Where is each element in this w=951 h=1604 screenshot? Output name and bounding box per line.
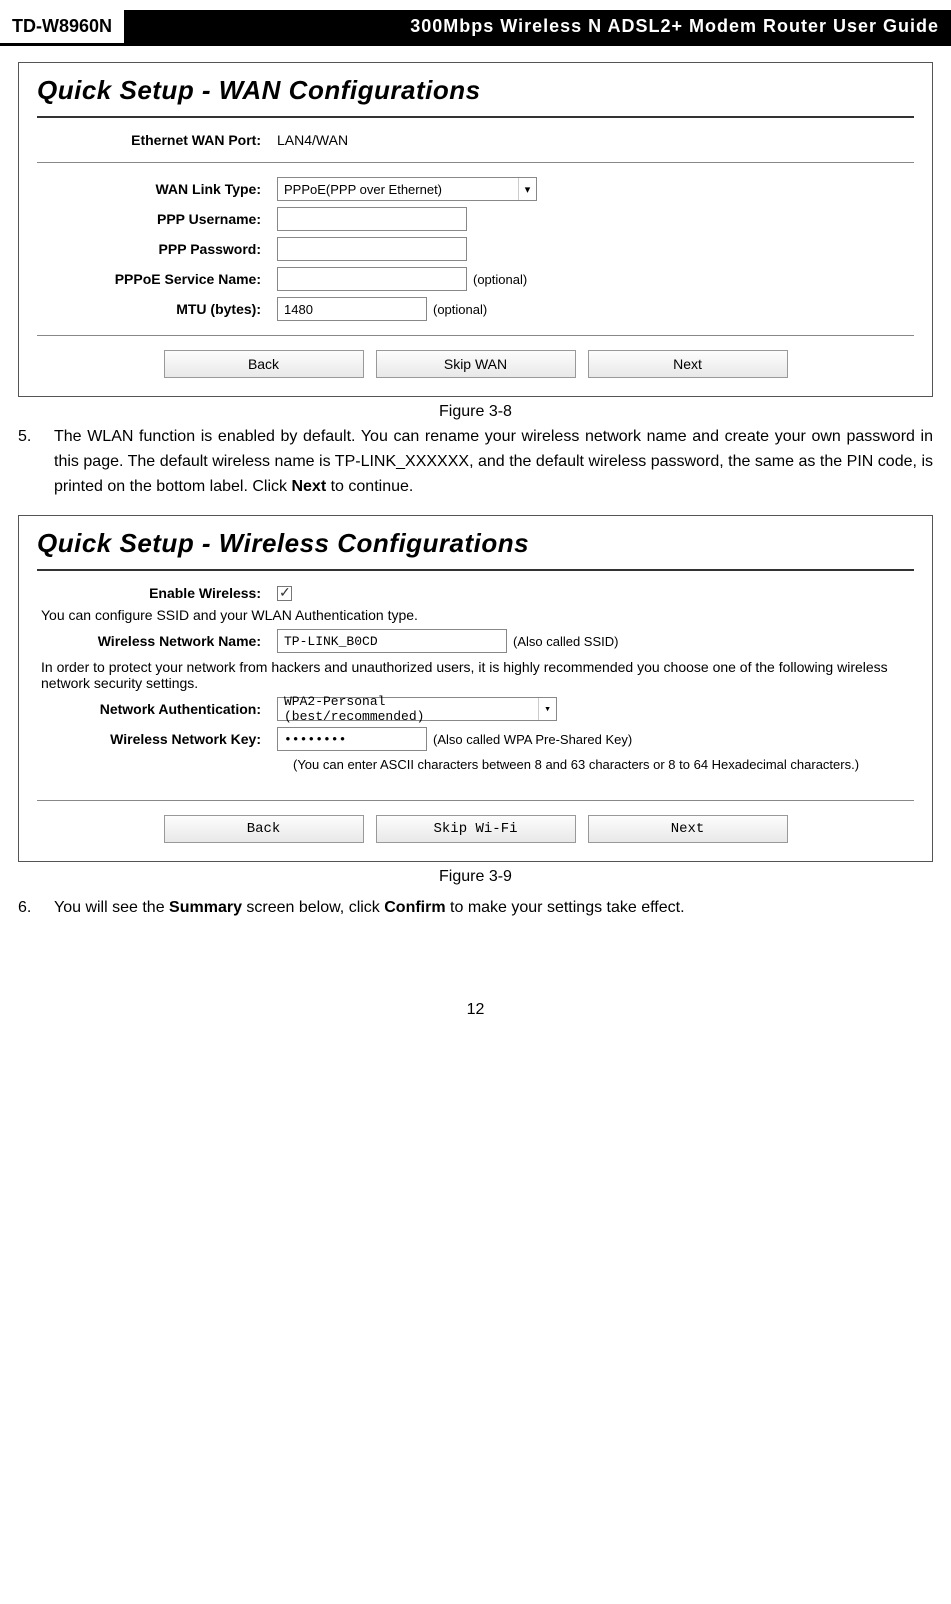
network-name-label: Wireless Network Name: (37, 633, 277, 649)
figure-wan-config: Quick Setup - WAN Configurations Etherne… (18, 62, 933, 397)
list-text: The WLAN function is enabled by default.… (54, 425, 933, 499)
divider (37, 162, 914, 163)
back-button[interactable]: Back (164, 350, 364, 378)
ppp-user-label: PPP Username: (37, 211, 277, 227)
list-item-5: 5. The WLAN function is enabled by defau… (18, 425, 933, 499)
figure-caption: Figure 3-9 (0, 868, 951, 886)
ssid-hint: (Also called SSID) (513, 634, 618, 649)
row-service: PPPoE Service Name: (optional) (37, 267, 914, 291)
chevron-down-icon: ▾ (518, 178, 536, 200)
list-number: 6. (18, 896, 54, 921)
bold-text: Summary (169, 899, 242, 916)
wan-link-value: PPPoE(PPP over Ethernet) (278, 182, 518, 197)
eth-port-value: LAN4/WAN (277, 132, 348, 148)
wan-link-label: WAN Link Type: (37, 181, 277, 197)
service-label: PPPoE Service Name: (37, 271, 277, 287)
skip-wifi-button[interactable]: Skip Wi-Fi (376, 815, 576, 843)
row-wan-link: WAN Link Type: PPPoE(PPP over Ethernet) … (37, 177, 914, 201)
text-segment: to make your settings take effect. (446, 899, 685, 916)
row-network-name: Wireless Network Name: (Also called SSID… (37, 629, 914, 653)
optional-text: (optional) (473, 272, 527, 287)
ppp-user-input[interactable] (277, 207, 467, 231)
ppp-pass-label: PPP Password: (37, 241, 277, 257)
header-model: TD-W8960N (0, 10, 124, 43)
mtu-input[interactable] (277, 297, 427, 321)
key-input[interactable] (277, 727, 427, 751)
divider (37, 335, 914, 336)
security-note: In order to protect your network from ha… (41, 659, 914, 691)
figure-caption: Figure 3-8 (0, 403, 951, 421)
text-segment: The WLAN function is enabled by default.… (54, 428, 933, 495)
back-button[interactable]: Back (164, 815, 364, 843)
bold-text: Confirm (384, 899, 445, 916)
button-row: Back Skip Wi-Fi Next (37, 815, 914, 843)
next-button[interactable]: Next (588, 350, 788, 378)
row-key: Wireless Network Key: (Also called WPA P… (37, 727, 914, 751)
list-text: You will see the Summary screen below, c… (54, 896, 933, 921)
auth-select[interactable]: WPA2-Personal (best/recommended) ▾ (277, 697, 557, 721)
ssid-note: You can configure SSID and your WLAN Aut… (41, 607, 914, 623)
row-eth-port: Ethernet WAN Port: LAN4/WAN (37, 132, 914, 148)
list-number: 5. (18, 425, 54, 499)
text-segment: to continue. (326, 478, 413, 495)
auth-value: WPA2-Personal (best/recommended) (278, 694, 538, 724)
enable-wireless-label: Enable Wireless: (37, 585, 277, 601)
key-label: Wireless Network Key: (37, 731, 277, 747)
enable-wireless-checkbox[interactable] (277, 586, 292, 601)
row-auth: Network Authentication: WPA2-Personal (b… (37, 697, 914, 721)
text-segment: screen below, click (242, 899, 384, 916)
next-button[interactable]: Next (588, 815, 788, 843)
row-enable-wireless: Enable Wireless: (37, 585, 914, 601)
row-mtu: MTU (bytes): (optional) (37, 297, 914, 321)
page-number: 12 (0, 1001, 951, 1019)
figure-title: Quick Setup - Wireless Configurations (37, 528, 914, 559)
divider (37, 116, 914, 118)
page-header: TD-W8960N 300Mbps Wireless N ADSL2+ Mode… (0, 10, 951, 46)
ppp-pass-input[interactable] (277, 237, 467, 261)
skip-wan-button[interactable]: Skip WAN (376, 350, 576, 378)
service-input[interactable] (277, 267, 467, 291)
text-segment: You will see the (54, 899, 169, 916)
mtu-label: MTU (bytes): (37, 301, 277, 317)
network-name-input[interactable] (277, 629, 507, 653)
figure-title: Quick Setup - WAN Configurations (37, 75, 914, 106)
button-row: Back Skip WAN Next (37, 350, 914, 378)
eth-port-label: Ethernet WAN Port: (37, 132, 277, 148)
list-item-6: 6. You will see the Summary screen below… (18, 896, 933, 921)
chevron-down-icon: ▾ (538, 698, 556, 720)
bold-text: Next (291, 478, 326, 495)
key-hint: (Also called WPA Pre-Shared Key) (433, 732, 632, 747)
optional-text: (optional) (433, 302, 487, 317)
figure-wireless-config: Quick Setup - Wireless Configurations En… (18, 515, 933, 862)
wan-link-select[interactable]: PPPoE(PPP over Ethernet) ▾ (277, 177, 537, 201)
divider (37, 800, 914, 801)
auth-label: Network Authentication: (37, 701, 277, 717)
key-note: (You can enter ASCII characters between … (293, 757, 914, 772)
row-ppp-pass: PPP Password: (37, 237, 914, 261)
divider (37, 569, 914, 571)
header-title: 300Mbps Wireless N ADSL2+ Modem Router U… (124, 10, 951, 43)
row-ppp-user: PPP Username: (37, 207, 914, 231)
